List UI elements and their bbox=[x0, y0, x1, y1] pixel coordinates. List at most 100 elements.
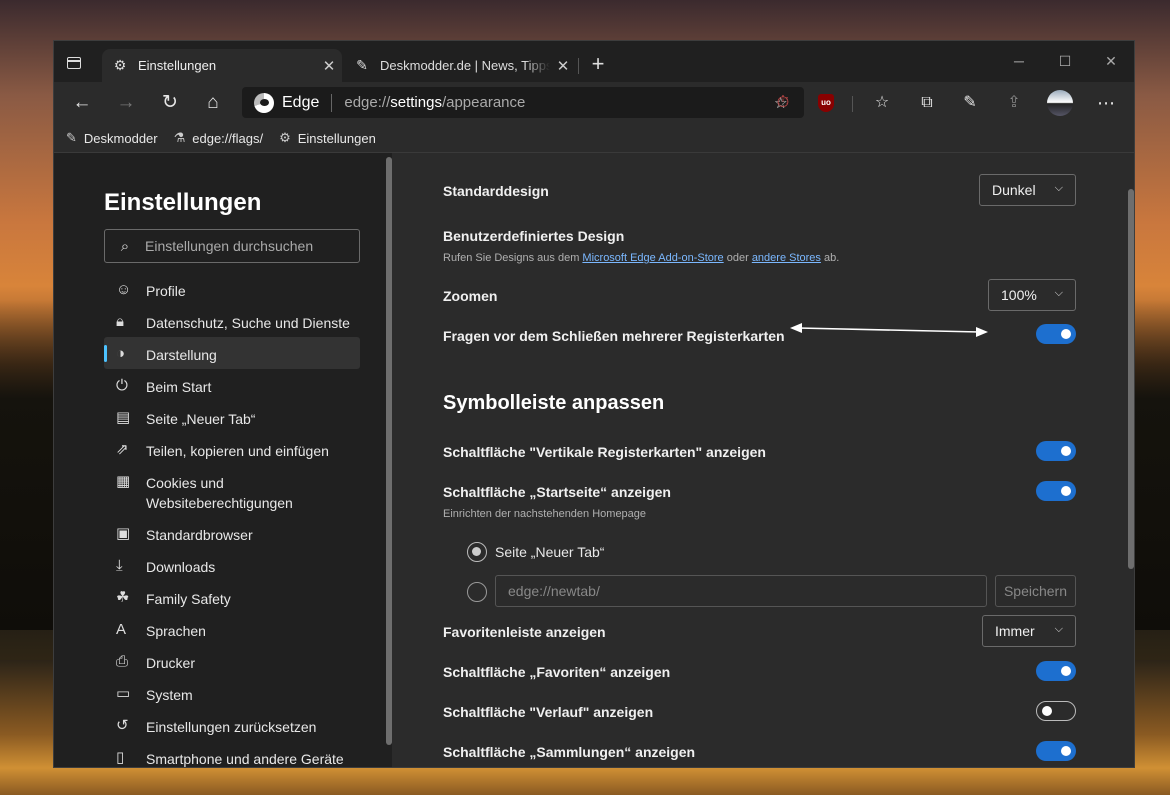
window-close-button[interactable]: ✕ bbox=[1088, 47, 1134, 75]
reload-button[interactable]: ↻ bbox=[156, 89, 184, 117]
pen-icon: ✎ bbox=[66, 130, 77, 145]
tab-separator bbox=[578, 58, 579, 74]
sidebar-item-printers[interactable]: ⎙ Drucker bbox=[104, 645, 360, 677]
bookmark-deskmodder[interactable]: ✎ Deskmodder bbox=[66, 130, 158, 146]
tab-settings[interactable]: ⚙ Einstellungen ✕ bbox=[102, 49, 342, 82]
settings-sidebar: Einstellungen ⌕ Einstellungen durchsuche… bbox=[54, 153, 392, 767]
printer-icon: ⎙ bbox=[116, 653, 129, 670]
timer-extension-icon[interactable]: ⏱ bbox=[772, 92, 794, 114]
design-select[interactable]: Dunkel ⌵ bbox=[979, 174, 1076, 206]
ask-close-label: Fragen vor dem Schließen mehrerer Regist… bbox=[443, 328, 785, 344]
homepage-url-input[interactable]: edge://newtab/ bbox=[495, 575, 987, 607]
sidebar-item-phone[interactable]: ▯ Smartphone und andere Geräte bbox=[104, 741, 360, 767]
profile-icon: ☺ bbox=[116, 281, 132, 298]
fav-button-toggle[interactable] bbox=[1036, 661, 1076, 681]
bookmark-settings[interactable]: ⚙ Einstellungen bbox=[279, 130, 376, 146]
profile-avatar[interactable] bbox=[1047, 90, 1073, 116]
chevron-down-icon: ⌵ bbox=[1054, 623, 1063, 635]
custom-design-desc: Rufen Sie Designs aus dem Microsoft Edge… bbox=[443, 252, 840, 264]
ublock-extension-icon[interactable]: uo bbox=[818, 94, 834, 112]
sidebar-item-default-browser[interactable]: ▣ Standardbrowser bbox=[104, 517, 360, 549]
home-button-label: Schaltfläche „Startseite“ anzeigen bbox=[443, 484, 671, 500]
browser-icon: ▣ bbox=[116, 525, 131, 542]
chevron-down-icon: ⌵ bbox=[1054, 182, 1063, 194]
history-button-toggle[interactable] bbox=[1036, 701, 1076, 721]
collections-button-toggle[interactable] bbox=[1036, 741, 1076, 761]
bookmarks-bar: ✎ Deskmodder ⚗ edge://flags/ ⚙ Einstellu… bbox=[54, 124, 1134, 152]
sidebar-item-languages[interactable]: A Sprachen bbox=[104, 613, 360, 645]
minimize-button[interactable]: ─ bbox=[996, 47, 1042, 75]
address-toolbar: ← → ↻ ⌂ Edge edge://settings/appearance … bbox=[54, 82, 1134, 124]
web-capture-icon[interactable]: ✎ bbox=[957, 90, 983, 116]
tab-deskmodder[interactable]: ✎ Deskmodder.de | News, Tipps und ✕ bbox=[344, 49, 576, 82]
wallpaper-treeline-left bbox=[0, 300, 56, 630]
tab-actions-icon[interactable] bbox=[64, 53, 84, 73]
radio-newtab[interactable] bbox=[467, 542, 487, 562]
tab-title: Einstellungen bbox=[138, 58, 217, 73]
vertical-tabs-toggle[interactable] bbox=[1036, 441, 1076, 461]
sidebar-item-startup[interactable]: ⏻ Beim Start bbox=[104, 369, 360, 401]
sidebar-scrollbar[interactable] bbox=[386, 157, 392, 745]
sidebar-item-downloads[interactable]: ⤓ Downloads bbox=[104, 549, 360, 581]
radio-custom-url[interactable] bbox=[467, 582, 487, 602]
tab-title: Deskmodder.de | News, Tipps und bbox=[380, 58, 550, 73]
address-brand: Edge bbox=[282, 93, 320, 111]
back-button[interactable]: ← bbox=[68, 89, 96, 117]
share-icon[interactable]: ⇪ bbox=[1001, 90, 1027, 116]
sidebar-item-reset[interactable]: ↺ Einstellungen zurücksetzen bbox=[104, 709, 360, 741]
settings-main: Standarddesign Dunkel ⌵ Benutzerdefinier… bbox=[393, 153, 1134, 767]
download-icon: ⤓ bbox=[116, 557, 123, 574]
home-button[interactable]: ⌂ bbox=[199, 89, 227, 117]
deskmodder-icon: ✎ bbox=[356, 57, 368, 73]
palette-icon: ◑ bbox=[116, 345, 126, 362]
addon-store-link[interactable]: Microsoft Edge Add-on-Store bbox=[582, 252, 723, 264]
share-icon: ⇗ bbox=[116, 441, 129, 458]
custom-design-label: Benutzerdefiniertes Design bbox=[443, 228, 625, 244]
gear-icon: ⚙ bbox=[279, 130, 291, 145]
language-icon: A bbox=[116, 621, 127, 638]
maximize-button[interactable]: ☐ bbox=[1042, 47, 1088, 75]
more-menu-icon[interactable]: ⋯ bbox=[1093, 90, 1119, 116]
sidebar-item-privacy[interactable]: 🔒︎ Datenschutz, Suche und Dienste bbox=[104, 305, 360, 337]
other-stores-link[interactable]: andere Stores bbox=[752, 252, 821, 264]
wallpaper-treeline-right bbox=[1134, 300, 1170, 630]
reset-icon: ↺ bbox=[116, 717, 129, 734]
sidebar-item-system[interactable]: ▭ System bbox=[104, 677, 360, 709]
sidebar-item-cookies[interactable]: ▦ Cookies und Websiteberechtigungen bbox=[104, 465, 360, 517]
address-bar[interactable]: Edge edge://settings/appearance ☆ bbox=[242, 87, 804, 118]
collections-icon[interactable]: ⧉ bbox=[914, 90, 940, 116]
search-placeholder: Einstellungen durchsuchen bbox=[145, 238, 314, 254]
sidebar-item-share[interactable]: ⇗ Teilen, kopieren und einfügen bbox=[104, 433, 360, 465]
bookmark-flags[interactable]: ⚗ edge://flags/ bbox=[174, 130, 263, 146]
search-icon: ⌕ bbox=[120, 237, 130, 255]
address-separator bbox=[331, 93, 333, 112]
sidebar-item-family[interactable]: ☘ Family Safety bbox=[104, 581, 360, 613]
lock-icon: 🔒︎ bbox=[116, 313, 124, 330]
browser-window: ⚙ Einstellungen ✕ ✎ Deskmodder.de | News… bbox=[53, 40, 1135, 768]
gear-icon: ⚙ bbox=[113, 57, 127, 73]
forward-button[interactable]: → bbox=[112, 89, 140, 117]
favorites-icon[interactable]: ☆ bbox=[869, 90, 895, 116]
sidebar-item-appearance[interactable]: ◑ Darstellung bbox=[104, 337, 360, 369]
newtab-icon: ▤ bbox=[116, 409, 131, 426]
search-input[interactable]: ⌕ Einstellungen durchsuchen bbox=[104, 229, 360, 263]
section-toolbar-title: Symbolleiste anpassen bbox=[443, 392, 665, 414]
favbar-select[interactable]: Immer ⌵ bbox=[982, 615, 1076, 647]
home-button-toggle[interactable] bbox=[1036, 481, 1076, 501]
sidebar-item-profile[interactable]: ☺ Profile bbox=[104, 273, 360, 305]
power-icon: ⏻ bbox=[116, 377, 128, 394]
vertical-tabs-label: Schaltfläche "Vertikale Registerkarten" … bbox=[443, 444, 766, 460]
family-icon: ☘ bbox=[116, 589, 130, 606]
sidebar-item-newtab[interactable]: ▤ Seite „Neuer Tab“ bbox=[104, 401, 360, 433]
flask-icon: ⚗ bbox=[173, 130, 186, 145]
standarddesign-label: Standarddesign bbox=[443, 183, 549, 199]
toolbar-separator bbox=[852, 96, 853, 112]
close-icon[interactable]: ✕ bbox=[550, 57, 576, 75]
new-tab-button[interactable]: + bbox=[586, 53, 610, 77]
main-scrollbar[interactable] bbox=[1128, 189, 1134, 569]
ask-close-toggle[interactable] bbox=[1036, 324, 1076, 344]
save-button[interactable]: Speichern bbox=[995, 575, 1076, 607]
zoom-select[interactable]: 100% ⌵ bbox=[988, 279, 1076, 311]
close-icon[interactable]: ✕ bbox=[316, 57, 342, 75]
address-url[interactable]: edge://settings/appearance bbox=[344, 94, 774, 111]
